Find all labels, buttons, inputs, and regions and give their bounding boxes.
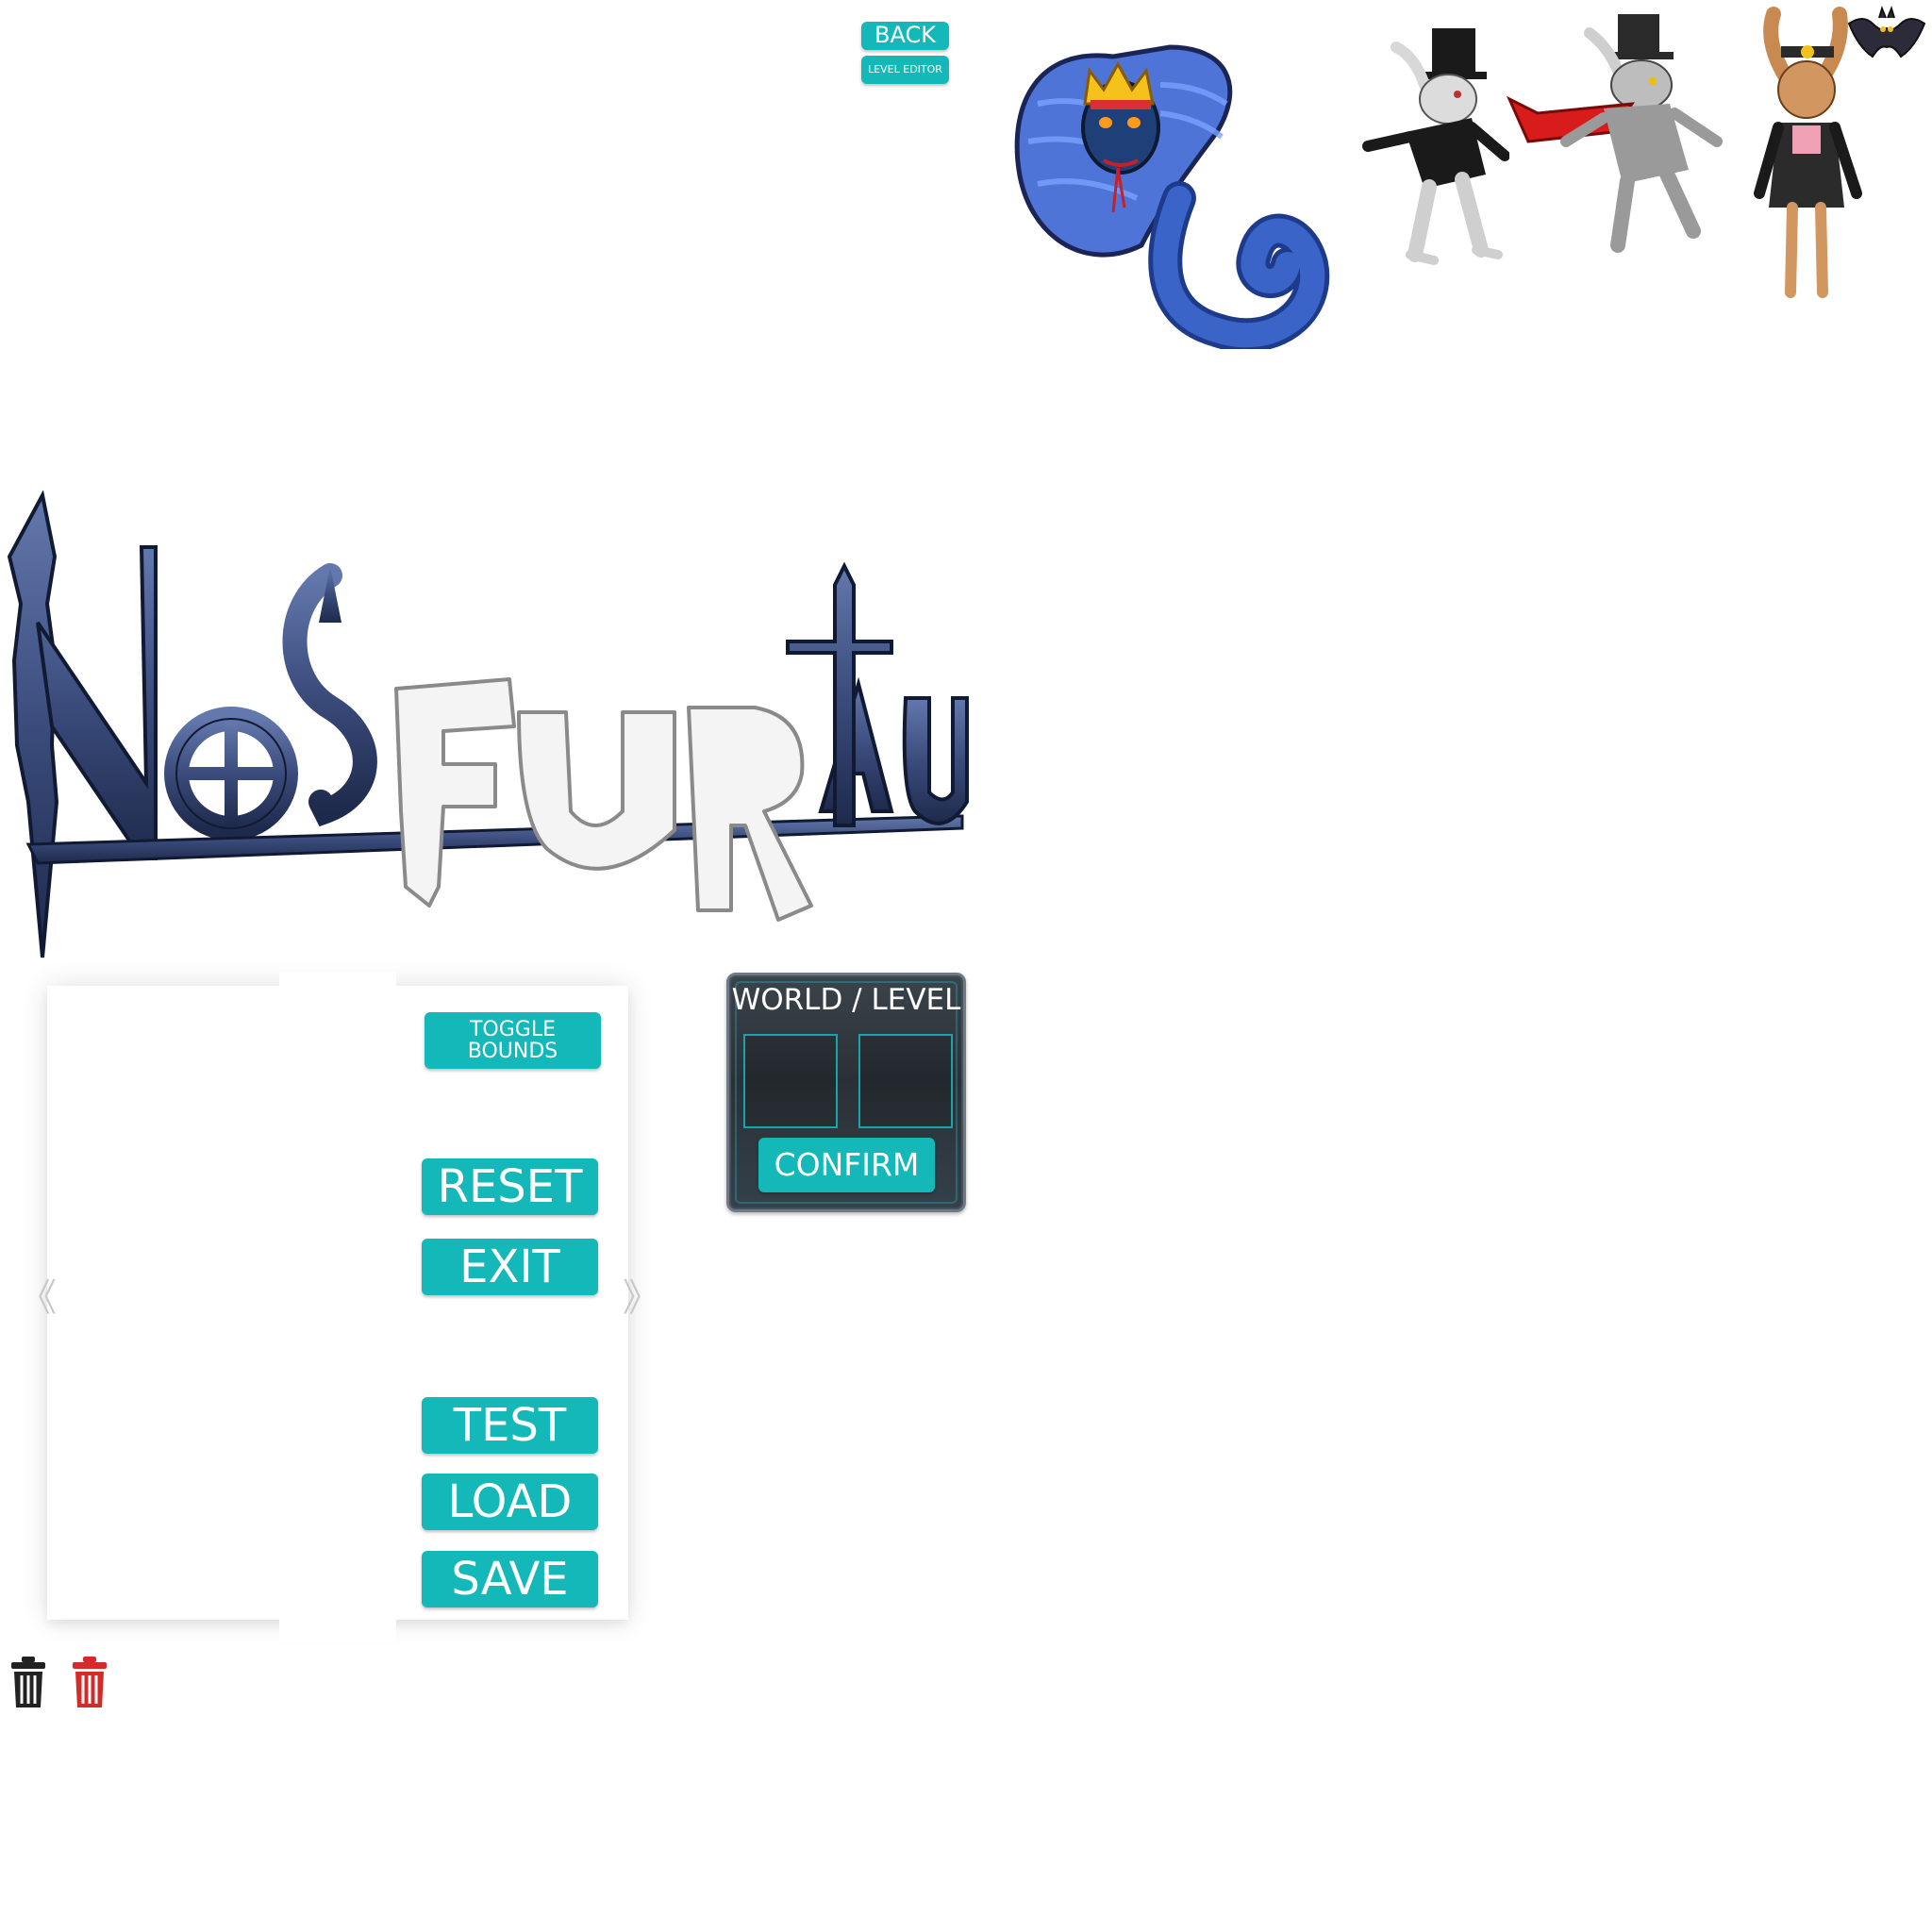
confirm-button[interactable]: CONFIRM [758,1138,935,1192]
delete-all-trash-icon[interactable] [71,1657,108,1708]
next-page-arrow[interactable]: 》 [623,1267,660,1322]
vampire-rabbit-sprite[interactable] [1500,9,1736,264]
prev-page-arrow[interactable]: 《 [19,1267,57,1322]
save-button[interactable]: SAVE [422,1551,598,1607]
reset-button[interactable]: RESET [422,1158,598,1215]
level-editor-button[interactable]: LEVEL EDITOR [861,56,949,84]
toggle-bounds-button[interactable]: TOGGLE BOUNDS [425,1012,601,1069]
reset-button-label: RESET [437,1159,583,1213]
back-button-label: BACK [874,22,936,49]
test-button[interactable]: TEST [422,1397,598,1454]
test-button-label: TEST [453,1398,567,1452]
level-number-field[interactable] [858,1034,953,1128]
toggle-bounds-line1: TOGGLE [469,1017,556,1041]
panel-divider [279,972,396,1641]
load-button[interactable]: LOAD [422,1474,598,1530]
world-level-title: WORLD / LEVEL [731,983,961,1017]
back-button[interactable]: BACK [861,22,949,50]
cobra-king-sprite[interactable] [1000,28,1368,349]
game-logo [0,490,972,962]
exit-button-label: EXIT [459,1240,560,1293]
save-button-label: SAVE [451,1552,569,1606]
toggle-bounds-line2: BOUNDS [467,1040,558,1063]
world-number-field[interactable] [743,1034,838,1128]
exit-button[interactable]: EXIT [422,1239,598,1295]
load-button-label: LOAD [447,1474,573,1528]
level-editor-button-label: LEVEL EDITOR [868,63,942,76]
trash-icon[interactable] [9,1657,47,1708]
confirm-button-label: CONFIRM [774,1145,920,1183]
bat-sprite[interactable] [1844,5,1929,61]
world-level-dialog: WORLD / LEVEL CONFIRM [726,973,966,1212]
top-hat-rabbit-sprite[interactable] [1330,19,1509,274]
